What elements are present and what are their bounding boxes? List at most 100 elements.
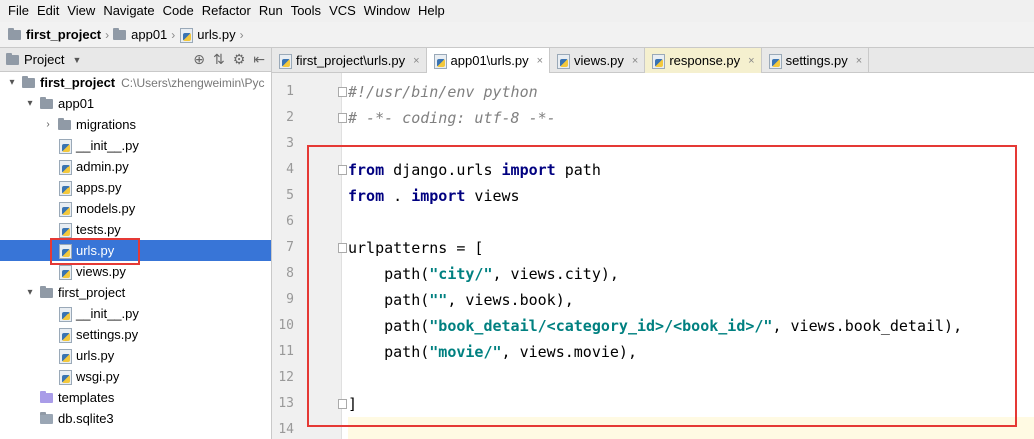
chevron-right-icon: › xyxy=(105,27,110,42)
line-number: 8 xyxy=(286,266,294,281)
chevron-right-icon[interactable]: › xyxy=(42,119,54,130)
tree-item[interactable]: templates xyxy=(0,387,271,408)
tree-item-label: first_project xyxy=(58,285,126,300)
menu-item-view[interactable]: View xyxy=(63,0,99,22)
line-number: 6 xyxy=(286,214,294,229)
templates-folder-icon xyxy=(40,390,53,403)
close-icon[interactable]: × xyxy=(748,55,754,67)
menu-item-window[interactable]: Window xyxy=(360,0,414,22)
close-icon[interactable]: × xyxy=(537,55,543,67)
close-icon[interactable]: × xyxy=(856,55,862,67)
tree-item[interactable]: __init__.py xyxy=(0,303,271,324)
chevron-down-icon[interactable]: ▾ xyxy=(6,77,18,88)
tree-item[interactable]: ▾ app01 xyxy=(0,93,271,114)
editor-tab[interactable]: response.py × xyxy=(645,48,762,73)
menu-item-navigate[interactable]: Navigate xyxy=(99,0,158,22)
breadcrumb-project[interactable]: first_project xyxy=(8,27,101,42)
menu-item-file[interactable]: File xyxy=(4,0,33,22)
tree-item[interactable]: db.sqlite3 xyxy=(0,408,271,429)
folder-icon xyxy=(22,75,35,88)
tree-item[interactable]: settings.py xyxy=(0,324,271,345)
tree-item-label: db.sqlite3 xyxy=(58,411,114,426)
line-number: 9 xyxy=(286,292,294,307)
line-number: 13 xyxy=(278,396,294,411)
tree-item[interactable]: urls.py xyxy=(0,345,271,366)
tree-item[interactable]: apps.py xyxy=(0,177,271,198)
menu-bar: File Edit View Navigate Code Refactor Run Tools… xyxy=(0,0,1034,22)
database-icon xyxy=(40,411,53,424)
fold-marker-icon[interactable] xyxy=(338,87,347,97)
project-pane-header: Project ▼ ⊕ ⇅ ⚙ ⇤ xyxy=(0,48,272,72)
menu-item-code[interactable]: Code xyxy=(159,0,198,22)
python-file-icon xyxy=(651,53,666,69)
tree-item-label: tests.py xyxy=(76,222,121,237)
python-file-icon xyxy=(58,222,72,238)
tree-item-label: views.py xyxy=(76,264,126,279)
python-file-icon xyxy=(58,327,72,343)
line-number: 12 xyxy=(278,370,294,385)
close-icon[interactable]: × xyxy=(632,55,638,67)
tree-item-label: __init__.py xyxy=(76,138,139,153)
selection-highlight-box xyxy=(50,238,140,265)
editor-tab[interactable]: app01\urls.py × xyxy=(426,48,551,73)
menu-item-vcs[interactable]: VCS xyxy=(325,0,360,22)
tree-item-path: C:\Users\zhengweimin\Pyc xyxy=(121,75,265,90)
tree-item[interactable]: tests.py xyxy=(0,219,271,240)
project-icon xyxy=(6,52,19,65)
python-file-icon xyxy=(179,27,194,43)
editor-tabs: first_project\urls.py × app01\urls.py × view… xyxy=(272,48,1034,73)
folder-icon xyxy=(58,117,71,130)
editor-tab[interactable]: first_project\urls.py × xyxy=(272,48,427,73)
menu-item-help[interactable]: Help xyxy=(414,0,449,22)
chevron-right-icon: › xyxy=(239,27,244,42)
tree-item-label: app01 xyxy=(58,96,95,111)
collapse-icon[interactable]: ⇅ xyxy=(213,51,225,68)
tree-item[interactable]: ▾ first_project C:\Users\zhengweimin\Pyc xyxy=(0,72,271,93)
chevron-down-icon: ▼ xyxy=(72,54,82,65)
fold-marker-icon[interactable] xyxy=(338,113,347,123)
tree-item[interactable]: ▾ first_project xyxy=(0,282,271,303)
project-view-selector[interactable]: Project ▼ xyxy=(6,52,81,67)
tree-item[interactable]: wsgi.py xyxy=(0,366,271,387)
line-number: 1 xyxy=(286,84,294,99)
code-highlight-box xyxy=(307,145,1017,427)
folder-icon xyxy=(8,27,21,40)
folder-icon xyxy=(113,27,127,40)
line-number: 5 xyxy=(286,188,294,203)
python-file-icon xyxy=(556,53,571,69)
tree-item-label: first_project xyxy=(40,75,116,90)
tree-item-label: urls.py xyxy=(76,348,115,363)
tree-item[interactable]: admin.py xyxy=(0,156,271,177)
python-file-icon xyxy=(58,159,72,175)
tree-item-label: admin.py xyxy=(76,159,129,174)
chevron-down-icon[interactable]: ▾ xyxy=(24,287,36,298)
tree-item[interactable]: models.py xyxy=(0,198,271,219)
python-file-icon xyxy=(58,201,72,217)
editor-tab-label: first_project\urls.py xyxy=(296,53,406,68)
breadcrumb-file[interactable]: urls.py xyxy=(179,27,236,43)
menu-item-refactor[interactable]: Refactor xyxy=(198,0,255,22)
line-number: 2 xyxy=(286,110,294,125)
breadcrumb: first_project › app01 › urls.py › xyxy=(0,22,1034,48)
tree-item[interactable]: __init__.py xyxy=(0,135,271,156)
hide-icon[interactable]: ⇤ xyxy=(253,51,265,68)
tree-item-label: migrations xyxy=(76,117,136,132)
close-icon[interactable]: × xyxy=(413,55,419,67)
breadcrumb-folder[interactable]: app01 xyxy=(113,27,167,42)
menu-item-tools[interactable]: Tools xyxy=(287,0,325,22)
tree-item[interactable]: › migrations xyxy=(0,114,271,135)
locate-icon[interactable]: ⊕ xyxy=(193,51,205,68)
editor-tab-label: app01\urls.py xyxy=(450,53,529,68)
editor-tab[interactable]: settings.py × xyxy=(762,48,870,73)
menu-item-run[interactable]: Run xyxy=(255,0,287,22)
line-number: 7 xyxy=(286,240,294,255)
editor-tab[interactable]: views.py × xyxy=(550,48,646,73)
python-file-icon xyxy=(58,369,72,385)
menu-item-edit[interactable]: Edit xyxy=(33,0,63,22)
line-number: 10 xyxy=(278,318,294,333)
chevron-down-icon[interactable]: ▾ xyxy=(24,98,36,109)
code-line[interactable]: # -*- coding: utf-8 -*- xyxy=(348,105,556,131)
code-line[interactable]: #!/usr/bin/env python xyxy=(348,79,538,105)
gear-icon[interactable]: ⚙ xyxy=(233,51,246,68)
python-file-icon xyxy=(768,53,782,69)
